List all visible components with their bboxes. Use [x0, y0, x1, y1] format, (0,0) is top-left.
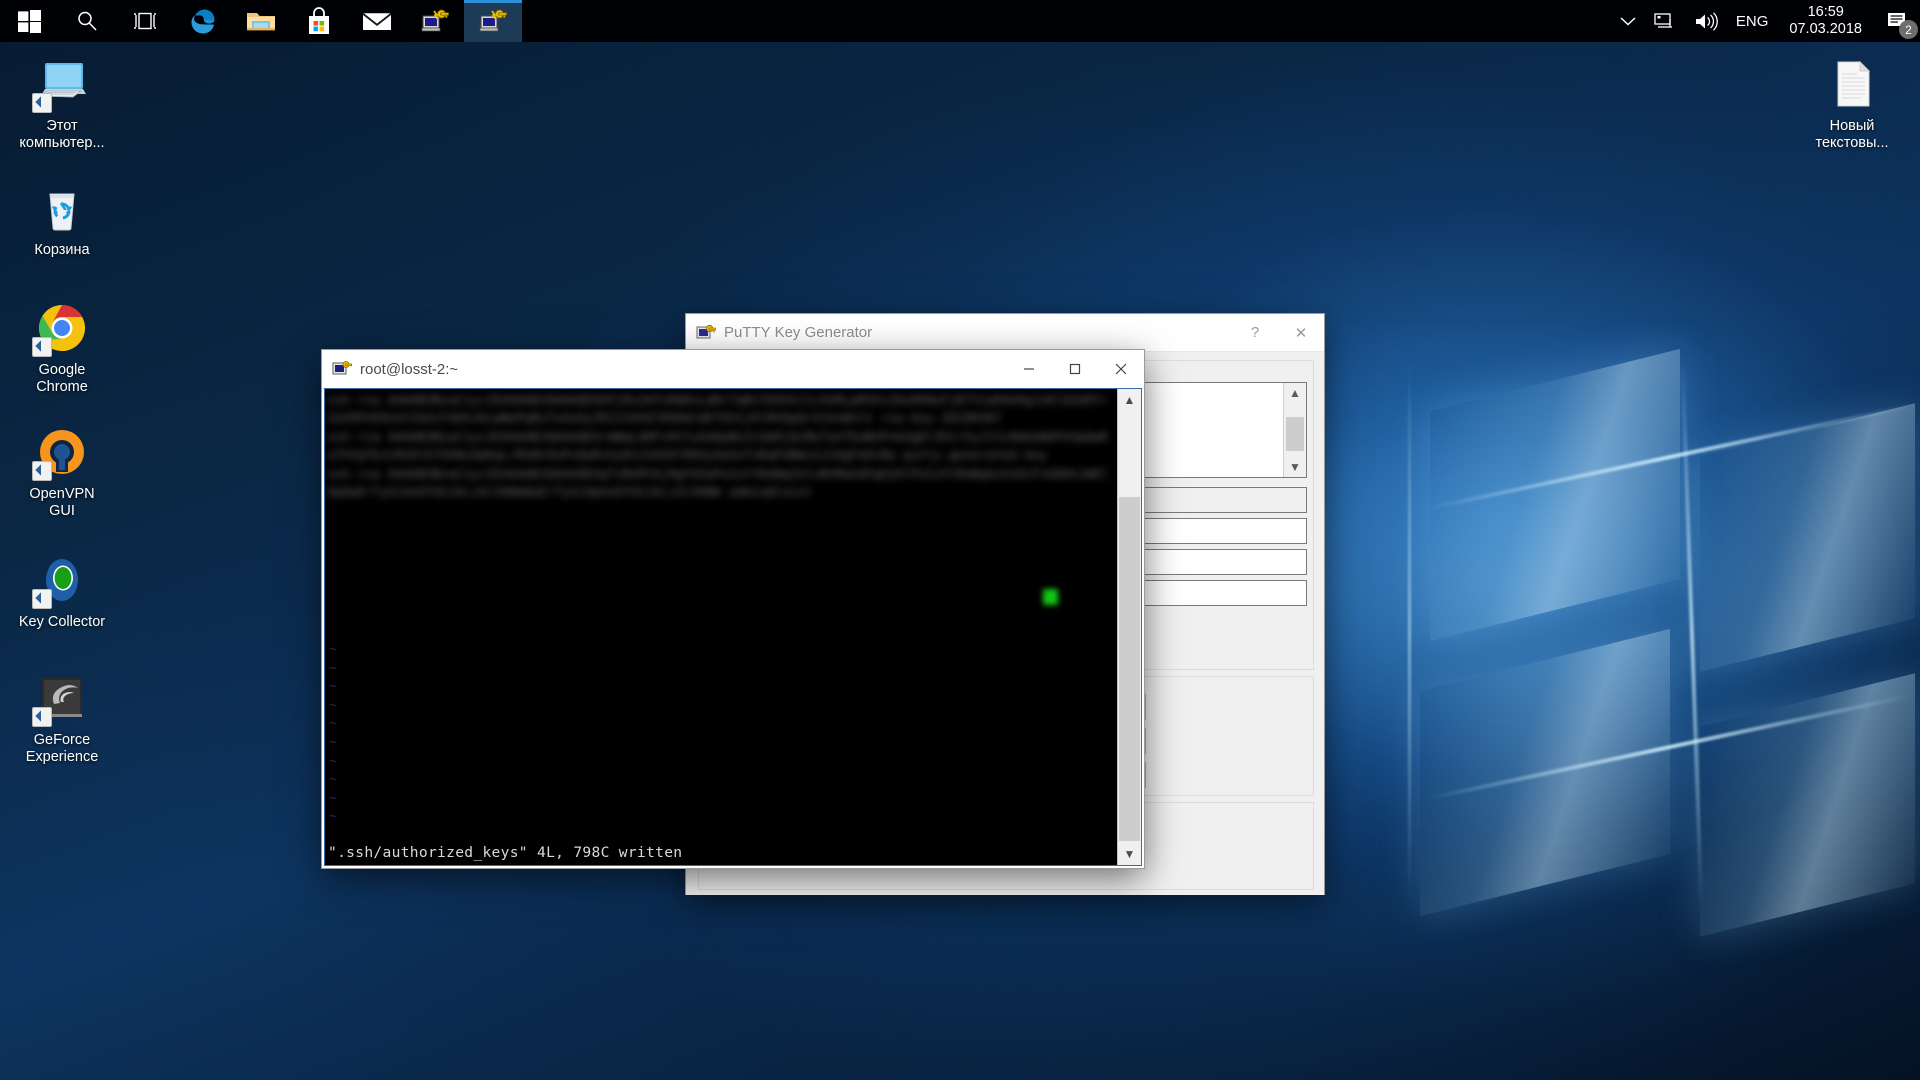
tilde-row: ~ [329, 734, 337, 753]
wallpaper-beam [1408, 360, 1411, 900]
putty-icon [479, 8, 507, 34]
start-button[interactable] [0, 0, 58, 42]
desktop-icon-label: Корзина [8, 242, 116, 259]
shortcut-overlay-icon [32, 589, 52, 609]
search-icon [76, 10, 98, 32]
chrome-icon [34, 300, 90, 356]
terminal-cursor [1043, 589, 1058, 605]
geforce-icon [34, 670, 90, 726]
tilde-row: ~ [329, 641, 337, 660]
puttygen-window-title: PuTTY Key Generator [724, 324, 1232, 341]
edge-button[interactable] [174, 0, 232, 42]
text-file-icon [1824, 56, 1880, 112]
folder-icon [246, 8, 276, 34]
desktop-icon-this-pc[interactable]: Этот компьютер... [8, 56, 116, 152]
shortcut-overlay-icon [32, 93, 52, 113]
desktop-icon-openvpn-gui[interactable]: OpenVPN GUI [8, 424, 116, 520]
task-view-icon [133, 11, 157, 31]
openvpn-icon [34, 424, 90, 480]
putty-icon [332, 359, 352, 379]
terminal-titlebar[interactable]: root@losst-2:~ [322, 350, 1144, 389]
desktop-icon-label: Новый текстовы... [1798, 118, 1906, 152]
tilde-row: ~ [329, 697, 337, 716]
mail-button[interactable] [348, 0, 406, 42]
terminal-window-title: root@losst-2:~ [360, 361, 1006, 378]
notification-badge: 2 [1899, 20, 1918, 39]
clock-date: 07.03.2018 [1789, 21, 1862, 38]
puttygen-taskbar-button[interactable] [406, 0, 464, 42]
puttygen-icon [421, 8, 449, 34]
putty-terminal-window[interactable]: root@losst-2:~ ssh-rsa AAAAB3NzaC1yc2EAA… [322, 350, 1144, 868]
system-tray[interactable]: ENG 16:59 07.03.2018 2 [1611, 0, 1920, 42]
puttygen-help-button[interactable]: ? [1232, 314, 1278, 351]
terminal-scroll-down-icon[interactable]: ▼ [1118, 843, 1141, 865]
desktop-screen: Этот компьютер... Корзина [0, 0, 1920, 1080]
scroll-down-icon[interactable]: ▼ [1284, 457, 1306, 477]
store-bag-icon [306, 7, 332, 35]
network-icon[interactable] [1645, 0, 1685, 42]
clock[interactable]: 16:59 07.03.2018 [1777, 0, 1874, 42]
terminal-window-controls [1006, 351, 1144, 388]
desktop-icon-geforce-experience[interactable]: GeForce Experience [8, 670, 116, 766]
tilde-row: ~ [329, 790, 337, 809]
terminal-close-button[interactable] [1098, 351, 1144, 388]
search-button[interactable] [58, 0, 116, 42]
volume-icon[interactable] [1685, 0, 1727, 42]
taskbar-spacer [522, 0, 1611, 42]
terminal-scrollbar[interactable]: ▲ ▼ [1117, 389, 1141, 865]
tilde-row: ~ [329, 753, 337, 772]
terminal-screen[interactable]: ssh-rsa AAAAB3NzaC1yc2EAAAABJQAAAQEAkPjR… [325, 389, 1117, 865]
language-indicator[interactable]: ENG [1727, 0, 1778, 42]
desktop-icon-key-collector[interactable]: Key Collector [8, 552, 116, 631]
scrollbar-thumb[interactable] [1286, 417, 1304, 451]
key-collector-icon [34, 552, 90, 608]
shortcut-overlay-icon [32, 337, 52, 357]
desktop-icon-label: Google Chrome [8, 362, 116, 396]
desktop-icon-new-text-document[interactable]: Новый текстовы... [1798, 56, 1906, 152]
edge-browser-icon [188, 6, 218, 36]
recycle-bin-icon [34, 180, 90, 236]
shortcut-overlay-icon [32, 707, 52, 727]
scroll-up-icon[interactable]: ▲ [1284, 383, 1306, 403]
puttygen-titlebar[interactable]: PuTTY Key Generator ? ✕ [686, 314, 1324, 352]
file-explorer-button[interactable] [232, 0, 290, 42]
vim-empty-line-markers: ~ ~ ~ ~ ~ ~ ~ ~ ~ ~ [329, 641, 337, 827]
tilde-row: ~ [329, 660, 337, 679]
putty-taskbar-button[interactable] [464, 0, 522, 42]
tilde-row: ~ [329, 715, 337, 734]
show-hidden-icons-button[interactable] [1611, 0, 1645, 42]
task-view-button[interactable] [116, 0, 174, 42]
tilde-row: ~ [329, 678, 337, 697]
terminal-key-text: ssh-rsa AAAAB3NzaC1yc2EAAAABJQAAAQEAkPjR… [327, 391, 1117, 609]
desktop-icon-recycle-bin[interactable]: Корзина [8, 180, 116, 259]
windows-logo-icon [18, 10, 41, 33]
puttygen-close-button[interactable]: ✕ [1278, 314, 1324, 351]
terminal-body[interactable]: ssh-rsa AAAAB3NzaC1yc2EAAAABJQAAAQEAkPjR… [324, 388, 1142, 866]
desktop-icon-label: Key Collector [8, 614, 116, 631]
computer-icon [34, 56, 90, 112]
desktop-icon-label: OpenVPN GUI [8, 486, 116, 520]
desktop-icon-label: Этот компьютер... [8, 118, 116, 152]
shortcut-overlay-icon [32, 461, 52, 481]
terminal-scrollbar-thumb[interactable] [1119, 497, 1140, 841]
clock-time: 16:59 [1808, 4, 1844, 21]
desktop-icon-label: GeForce Experience [8, 732, 116, 766]
taskbar[interactable]: ENG 16:59 07.03.2018 2 [0, 0, 1920, 42]
desktop-icon-google-chrome[interactable]: Google Chrome [8, 300, 116, 396]
terminal-minimize-button[interactable] [1006, 351, 1052, 388]
terminal-scroll-up-icon[interactable]: ▲ [1118, 389, 1141, 411]
terminal-maximize-button[interactable] [1052, 351, 1098, 388]
vim-status-line: ".ssh/authorized_keys" 4L, 798C written [328, 844, 682, 862]
puttygen-window-controls: ? ✕ [1232, 314, 1324, 351]
store-button[interactable] [290, 0, 348, 42]
mail-envelope-icon [362, 10, 392, 32]
puttygen-icon [696, 323, 716, 343]
tilde-row: ~ [329, 771, 337, 790]
notification-center-button[interactable]: 2 [1874, 0, 1920, 42]
tilde-row: ~ [329, 808, 337, 827]
public-key-scrollbar[interactable]: ▲ ▼ [1283, 383, 1306, 477]
